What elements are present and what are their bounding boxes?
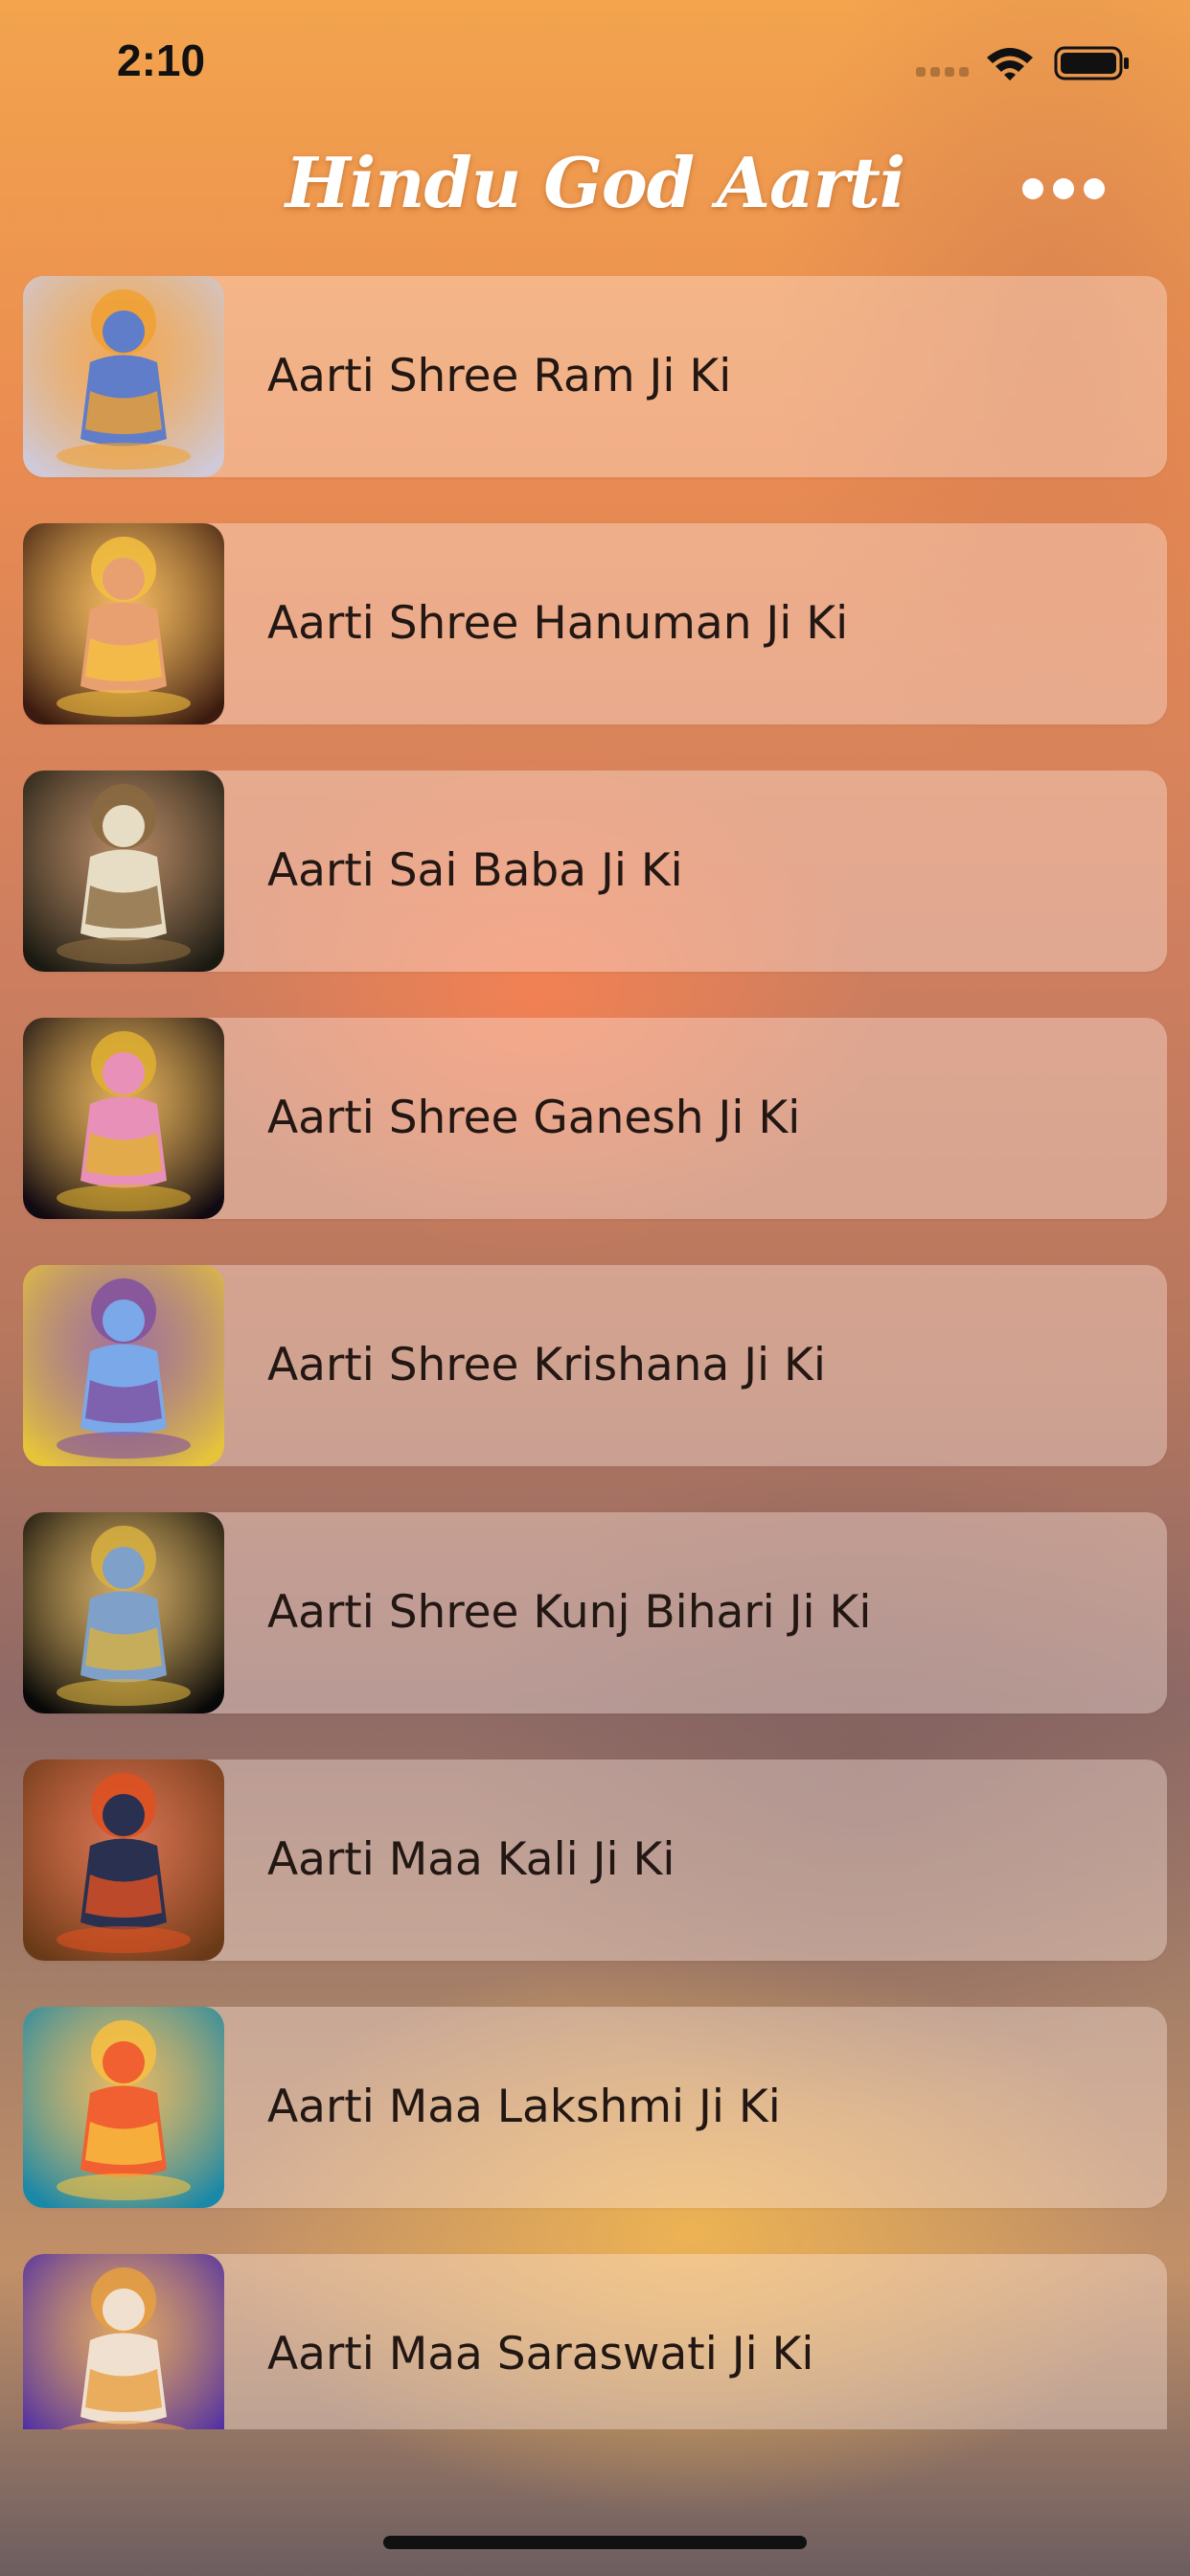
aarti-title: Aarti Shree Ram Ji Ki <box>267 350 732 402</box>
aarti-title: Aarti Maa Kali Ji Ki <box>267 1833 675 1886</box>
aarti-list-item[interactable]: Aarti Shree Ram Ji Ki <box>23 276 1167 477</box>
home-indicator[interactable] <box>383 2536 807 2549</box>
aarti-list-item[interactable]: Aarti Maa Lakshmi Ji Ki <box>23 2007 1167 2208</box>
aarti-title: Aarti Shree Kunj Bihari Ji Ki <box>267 1586 872 1639</box>
aarti-title: Aarti Shree Hanuman Ji Ki <box>267 597 849 650</box>
aarti-list-item[interactable]: Aarti Shree Krishana Ji Ki <box>23 1265 1167 1466</box>
nav-header: Hindu God Aarti <box>0 134 1190 240</box>
aarti-title: Aarti Maa Lakshmi Ji Ki <box>267 2081 781 2133</box>
deity-thumbnail <box>23 770 224 972</box>
status-bar: 2:10 <box>0 0 1190 125</box>
deity-thumbnail <box>23 523 224 724</box>
deity-thumbnail <box>23 1018 224 1219</box>
deity-thumbnail <box>23 2007 224 2208</box>
aarti-list-item[interactable]: Aarti Sai Baba Ji Ki <box>23 770 1167 972</box>
status-time: 2:10 <box>117 35 206 85</box>
deity-thumbnail <box>23 276 224 477</box>
more-dot-icon <box>1022 178 1043 199</box>
wifi-icon <box>985 44 1035 82</box>
aarti-title: Aarti Sai Baba Ji Ki <box>267 844 683 897</box>
more-options-button[interactable] <box>1011 171 1116 209</box>
aarti-list[interactable]: Aarti Shree Ram Ji Ki Aarti Shree Hanuman… <box>23 276 1167 2429</box>
aarti-list-item[interactable]: Aarti Shree Hanuman Ji Ki <box>23 523 1167 724</box>
more-dot-icon <box>1053 178 1074 199</box>
aarti-list-item[interactable]: Aarti Maa Kali Ji Ki <box>23 1760 1167 1961</box>
cellular-signal-icon <box>916 67 970 79</box>
deity-thumbnail <box>23 1265 224 1466</box>
aarti-title: Aarti Shree Krishana Ji Ki <box>267 1339 826 1392</box>
more-dot-icon <box>1084 178 1105 199</box>
aarti-title: Aarti Maa Saraswati Ji Ki <box>267 2328 814 2380</box>
deity-thumbnail <box>23 2254 224 2429</box>
aarti-title: Aarti Shree Ganesh Ji Ki <box>267 1092 801 1144</box>
battery-icon <box>1054 46 1131 80</box>
aarti-list-item[interactable]: Aarti Shree Kunj Bihari Ji Ki <box>23 1512 1167 1714</box>
deity-thumbnail <box>23 1512 224 1714</box>
deity-thumbnail <box>23 1760 224 1961</box>
aarti-list-item[interactable]: Aarti Shree Ganesh Ji Ki <box>23 1018 1167 1219</box>
aarti-list-item[interactable]: Aarti Maa Saraswati Ji Ki <box>23 2254 1167 2429</box>
